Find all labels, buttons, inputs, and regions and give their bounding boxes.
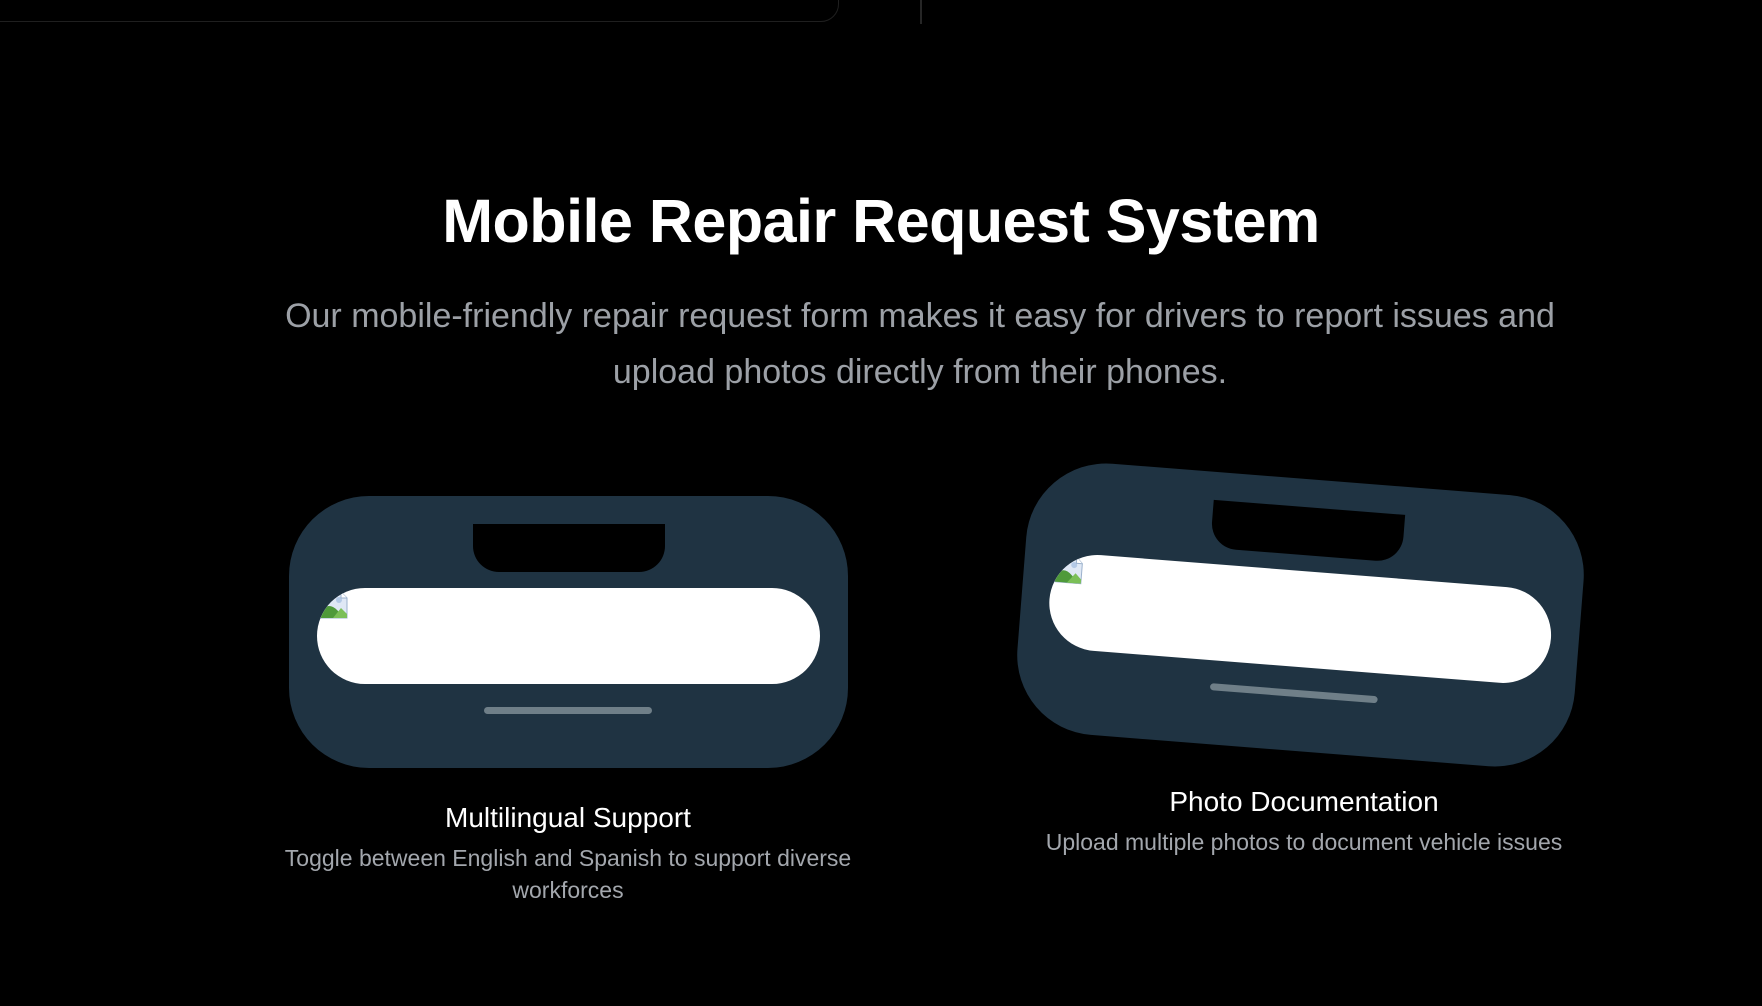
feature-description: Upload multiple photos to document vehic… — [1045, 829, 1563, 855]
phone-notch — [1210, 499, 1406, 563]
phone-notch — [473, 524, 665, 572]
feature-photo-documentation: Photo Documentation Upload multiple phot… — [976, 784, 1632, 858]
broken-image-icon — [320, 591, 348, 619]
section-subtitle: Our mobile-friendly repair request form … — [285, 297, 1555, 391]
previous-section-card — [0, 0, 839, 22]
section-title: Mobile Repair Request System — [442, 187, 1320, 255]
previous-section-divider — [920, 0, 922, 24]
broken-image-icon — [1054, 555, 1083, 585]
home-indicator — [484, 707, 652, 714]
phone-mockup-multilingual — [289, 496, 848, 768]
phone-screen — [1045, 551, 1555, 687]
home-indicator — [1209, 683, 1378, 704]
feature-title: Multilingual Support — [445, 802, 691, 833]
feature-title: Photo Documentation — [1169, 786, 1439, 817]
feature-description: Toggle between English and Spanish to su… — [284, 845, 852, 903]
phone-screen — [317, 588, 820, 684]
feature-multilingual: Multilingual Support Toggle between Engl… — [240, 800, 896, 906]
phone-mockup-photo — [1011, 457, 1590, 773]
